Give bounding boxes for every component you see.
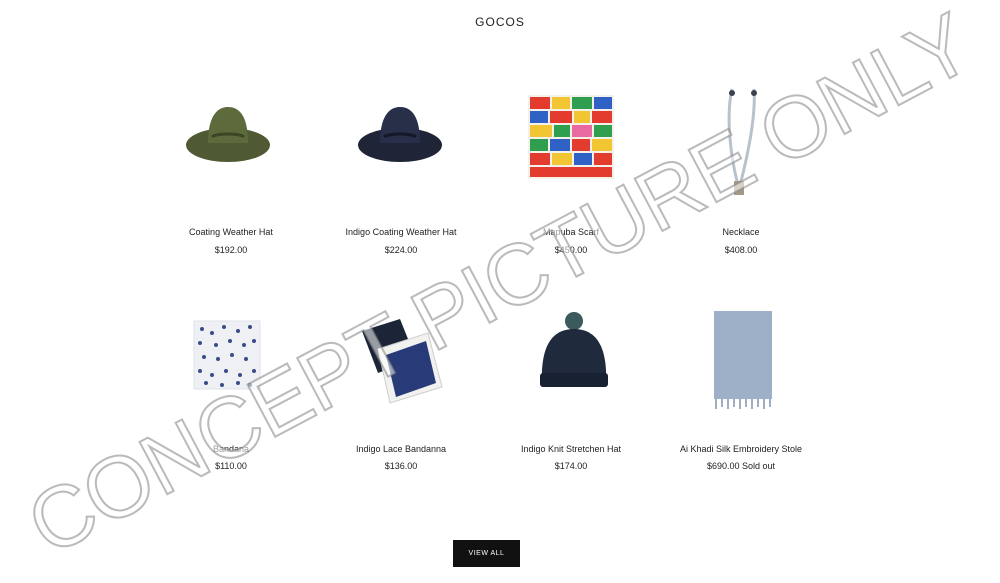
view-all-button[interactable]: VIEW ALL — [453, 540, 520, 567]
necklace-image[interactable] — [656, 85, 826, 215]
product-price: $408.00 — [724, 245, 758, 255]
product-price: $690.00 Sold out — [706, 461, 776, 471]
knit-hat-image[interactable] — [486, 303, 656, 433]
navy-hat-image[interactable] — [316, 85, 486, 215]
olive-hat-image[interactable] — [146, 85, 316, 215]
stole-image[interactable] — [656, 303, 826, 433]
patchwork-textile-image[interactable] — [486, 85, 656, 215]
folded-bandanna-image[interactable] — [316, 303, 486, 433]
product-name[interactable]: Necklace — [636, 227, 846, 237]
product-name[interactable]: Ai Khadi Silk Embroidery Stole — [636, 444, 846, 454]
printed-bandana-image[interactable] — [146, 303, 316, 433]
product-grid: Coating Weather Hat $192.00 Indigo Coati… — [0, 0, 1000, 583]
